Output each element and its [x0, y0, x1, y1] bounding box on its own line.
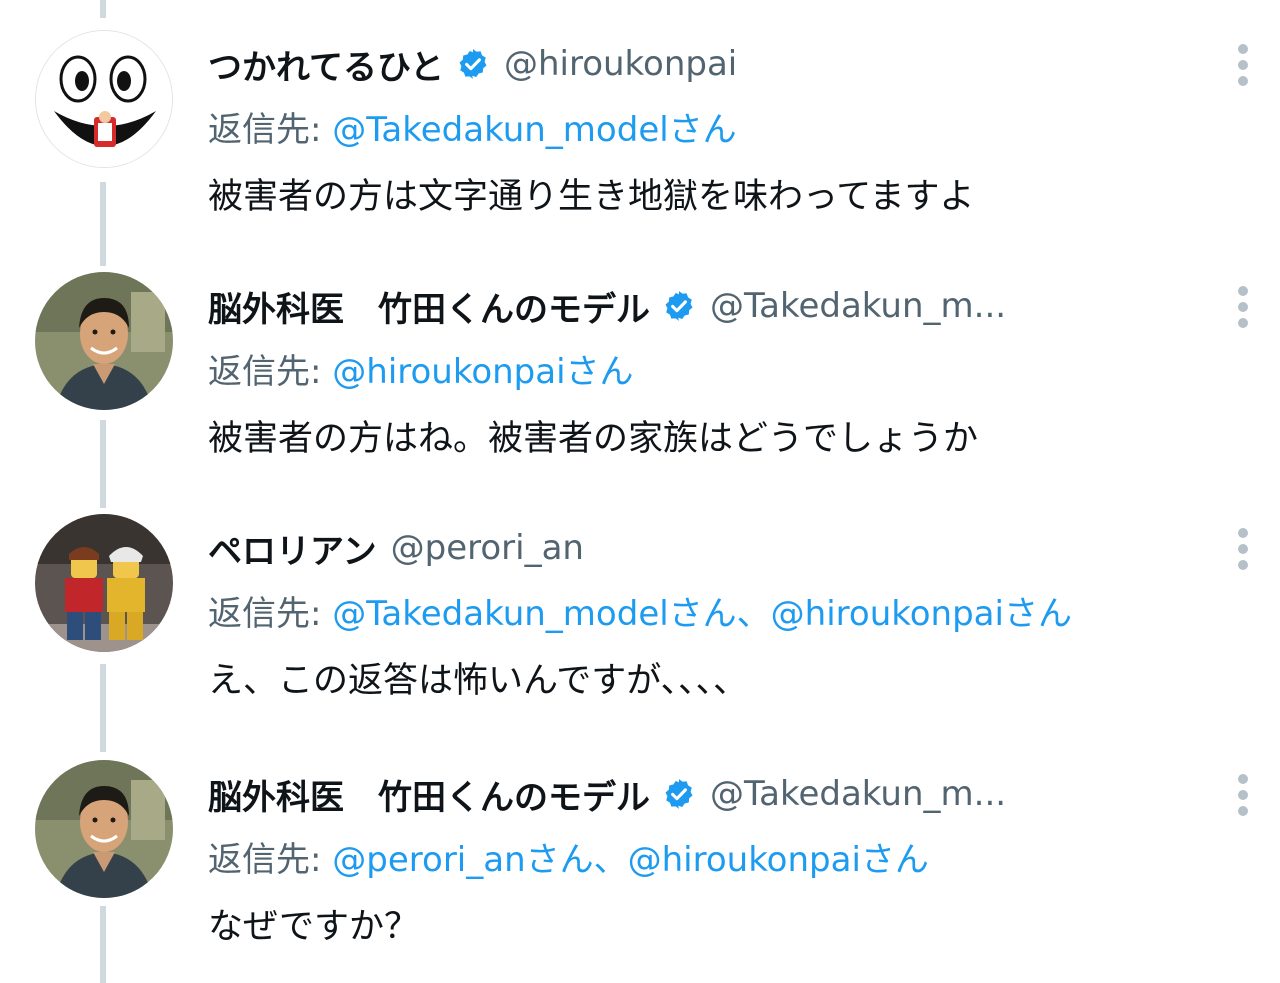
- tweet[interactable]: 脳外科医 竹田くんのモデル @Takedakun_m... 返信先: @pero…: [0, 740, 1280, 980]
- display-name[interactable]: 脳外科医 竹田くんのモデル: [208, 282, 650, 331]
- reply-thread: つかれてるひと @hiroukonpai 返信先: @Takedakun_mod…: [0, 0, 1280, 983]
- more-options-icon[interactable]: [1234, 44, 1252, 94]
- user-avatar[interactable]: [35, 30, 173, 168]
- tweet-text: 被害者の方はね。被害者の家族はどうでしょうか: [208, 419, 979, 459]
- tweet[interactable]: つかれてるひと @hiroukonpai 返信先: @Takedakun_mod…: [0, 10, 1280, 250]
- reply-label: 返信先:: [208, 110, 322, 150]
- tweet-header: 脳外科医 竹田くんのモデル @Takedakun_m...: [208, 766, 1006, 822]
- reply-to-line: 返信先: @perori_anさん、@hiroukonpaiさん: [208, 832, 929, 881]
- user-avatar[interactable]: [35, 514, 173, 652]
- user-handle[interactable]: @perori_an: [391, 528, 584, 568]
- illustrated-doctor-avatar-icon: [35, 760, 173, 898]
- display-name[interactable]: つかれてるひと: [208, 40, 444, 89]
- tweet-header: ペロリアン @perori_an: [208, 520, 584, 576]
- cartoon-face-avatar-icon: [36, 31, 172, 167]
- user-avatar[interactable]: [35, 760, 173, 898]
- reply-label: 返信先:: [208, 352, 322, 392]
- reply-mention-link[interactable]: @perori_anさん、@hiroukonpaiさん: [332, 840, 929, 880]
- tweet[interactable]: 脳外科医 竹田くんのモデル @Takedakun_m... 返信先: @hiro…: [0, 252, 1280, 492]
- reply-to-line: 返信先: @Takedakun_modelさん、@hiroukonpaiさん: [208, 586, 1072, 635]
- reply-to-line: 返信先: @Takedakun_modelさん: [208, 102, 737, 151]
- user-handle[interactable]: @hiroukonpai: [504, 44, 737, 84]
- reply-label: 返信先:: [208, 594, 322, 634]
- reply-to-line: 返信先: @hiroukonpaiさん: [208, 344, 634, 393]
- reply-label: 返信先:: [208, 840, 322, 880]
- reply-mention-link[interactable]: @Takedakun_modelさん、@hiroukonpaiさん: [332, 594, 1072, 634]
- tweet-text: なぜですか？: [208, 907, 420, 947]
- tweet-text: え、この返答は怖いんですが、、、、: [208, 661, 749, 701]
- tweet[interactable]: ペロリアン @perori_an 返信先: @Takedakun_modelさん…: [0, 494, 1280, 734]
- tweet-text: 被害者の方は文字通り生き地獄を味わってますよ: [208, 177, 975, 217]
- tweet-header: つかれてるひと @hiroukonpai: [208, 36, 737, 92]
- display-name[interactable]: 脳外科医 竹田くんのモデル: [208, 770, 650, 819]
- illustrated-doctor-avatar-icon: [35, 272, 173, 410]
- verified-badge-icon: [665, 291, 693, 321]
- reply-mention-link[interactable]: @hiroukonpaiさん: [332, 352, 633, 392]
- more-options-icon[interactable]: [1234, 286, 1252, 336]
- user-handle[interactable]: @Takedakun_m...: [710, 774, 1006, 814]
- reply-mention-link[interactable]: @Takedakun_modelさん: [332, 110, 736, 150]
- lego-figures-avatar-icon: [35, 514, 173, 652]
- tweet-header: 脳外科医 竹田くんのモデル @Takedakun_m...: [208, 278, 1006, 334]
- verified-badge-icon: [459, 49, 487, 79]
- more-options-icon[interactable]: [1234, 774, 1252, 824]
- display-name[interactable]: ペロリアン: [208, 524, 377, 573]
- more-options-icon[interactable]: [1234, 528, 1252, 578]
- user-handle[interactable]: @Takedakun_m...: [710, 286, 1006, 326]
- user-avatar[interactable]: [35, 272, 173, 410]
- verified-badge-icon: [665, 779, 693, 809]
